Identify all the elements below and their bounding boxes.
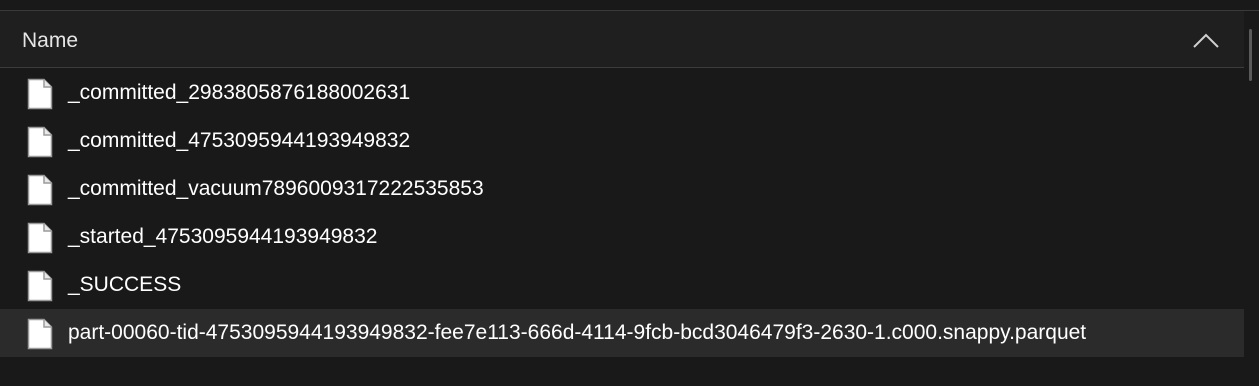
file-icon	[27, 270, 53, 302]
name-column-header[interactable]: Name	[22, 29, 78, 53]
file-icon	[27, 78, 53, 110]
file-list: _committed_2983805876188002631 _committe…	[0, 69, 1244, 357]
file-row[interactable]: _committed_2983805876188002631	[0, 69, 1244, 117]
file-row[interactable]: _started_4753095944193949832	[0, 213, 1244, 261]
file-name: _committed_2983805876188002631	[68, 81, 411, 104]
column-header[interactable]: Name	[0, 11, 1244, 68]
file-icon	[27, 222, 53, 254]
file-icon	[27, 126, 53, 158]
file-icon	[27, 174, 53, 206]
file-name: _started_4753095944193949832	[68, 225, 378, 248]
file-name: _committed_4753095944193949832	[68, 129, 411, 152]
file-name: part-00060-tid-4753095944193949832-fee7e…	[68, 321, 1087, 344]
file-name: _SUCCESS	[68, 273, 182, 296]
file-name: _committed_vacuum7896009317222535853	[68, 177, 484, 200]
file-row-selected[interactable]: part-00060-tid-4753095944193949832-fee7e…	[0, 309, 1244, 357]
vertical-scrollbar[interactable]	[1245, 11, 1259, 386]
file-icon	[27, 318, 53, 350]
file-row[interactable]: _committed_vacuum7896009317222535853	[0, 165, 1244, 213]
file-row[interactable]: _SUCCESS	[0, 261, 1244, 309]
scrollbar-thumb[interactable]	[1249, 29, 1252, 81]
file-row[interactable]: _committed_4753095944193949832	[0, 117, 1244, 165]
chevron-up-icon[interactable]	[1192, 31, 1220, 49]
window-top-strip	[0, 0, 1259, 11]
